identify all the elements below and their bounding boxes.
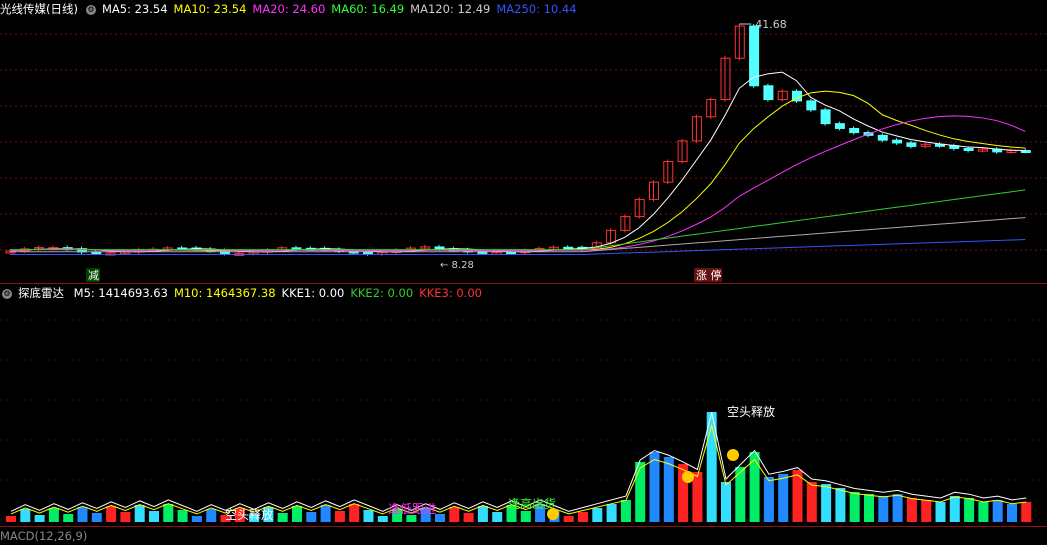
radar-bar [978, 502, 989, 522]
radar-bar [578, 512, 588, 522]
candle-body [434, 246, 445, 250]
radar-bar [620, 500, 631, 522]
radar-bar [463, 513, 474, 522]
ma10-line [9, 90, 1026, 252]
radar-bar [377, 516, 388, 522]
radar-bar [320, 505, 331, 522]
radar-bar [120, 512, 131, 522]
radar-bar [849, 492, 860, 522]
radar-bar [435, 514, 445, 522]
radar-bar [91, 513, 102, 522]
tag-jian: 减 [88, 269, 99, 282]
candle-body [763, 85, 774, 101]
radar-bar [477, 506, 488, 522]
radar-bar [492, 512, 503, 522]
radar-bar [563, 516, 574, 522]
candle-body [91, 251, 102, 255]
radar-bar [48, 508, 59, 522]
radar-bar [206, 509, 217, 522]
radar-bar [692, 472, 703, 522]
radar-bar [1007, 504, 1017, 522]
radar-bar [992, 500, 1003, 522]
radar-bar [864, 494, 874, 522]
smiley-icon [547, 508, 559, 520]
radar-bar [878, 496, 889, 522]
radar-bar [649, 452, 660, 522]
smiley-icon [682, 471, 694, 483]
radar-bar [149, 511, 159, 522]
radar-bar [406, 515, 417, 522]
radar-bar [63, 514, 74, 522]
smiley-icon [727, 449, 739, 461]
ma60-line [10, 189, 1026, 251]
radar-bar [806, 482, 817, 522]
radar-bar [635, 462, 646, 522]
radar-bar [277, 513, 288, 522]
candle-body [834, 123, 845, 129]
fenggao-label: 逢高出货 [508, 496, 556, 511]
ma120-line [10, 217, 1026, 253]
radar-bar [663, 457, 674, 522]
ma5-line [9, 71, 1026, 253]
ma20-line [9, 115, 1026, 252]
radar-bar [1021, 502, 1032, 522]
radar-bar [34, 515, 45, 522]
radar-bar [964, 498, 975, 522]
candle-body [906, 142, 917, 147]
radar-bar [134, 505, 145, 522]
radar-bar [949, 496, 960, 522]
candle-body [877, 134, 888, 141]
radar-bar [892, 494, 903, 522]
radar-bar [906, 498, 917, 522]
radar-bar [106, 506, 117, 522]
radar-bar [177, 510, 188, 522]
radar-bar [935, 502, 946, 522]
radar-bar [606, 504, 617, 522]
radar-bar [449, 507, 460, 522]
kongtou-label-1: 空头释放 [727, 404, 775, 419]
candle-body [849, 127, 860, 134]
kongtou-label-2: 空头释放 [225, 507, 273, 522]
high-price-label: 41.68 [755, 18, 787, 31]
radar-bar [191, 516, 202, 522]
radar-bar [921, 500, 932, 522]
candle-body [892, 139, 903, 144]
radar-bar [721, 482, 731, 522]
radar-bar [363, 510, 374, 522]
radar-bar [306, 512, 317, 522]
low-price-label: ← 8.28 [440, 260, 474, 271]
candle-body [820, 109, 831, 125]
radar-bar [292, 506, 302, 522]
radar-bar [835, 488, 846, 522]
radar-bar [6, 516, 16, 522]
radar-bar [163, 504, 174, 522]
candle-body [963, 147, 974, 152]
radar-bar [821, 484, 832, 522]
radar-bar [77, 507, 88, 522]
candle-body [806, 100, 817, 111]
tag-zhangting: 涨 停 [696, 268, 722, 282]
chart-canvas: 41.68← 8.28减涨 停空头释放空头释放 逢低跟进 逢高出货 [0, 18, 1047, 522]
radar-bar [334, 511, 345, 522]
candle-body [363, 251, 373, 255]
radar-bar [20, 509, 31, 522]
fengdi-label: 逢低跟进 [388, 502, 436, 516]
radar-bar [778, 474, 789, 522]
radar-bar [349, 504, 360, 522]
radar-bar [592, 508, 603, 522]
radar-bar [520, 511, 531, 522]
radar-bar [763, 477, 774, 522]
